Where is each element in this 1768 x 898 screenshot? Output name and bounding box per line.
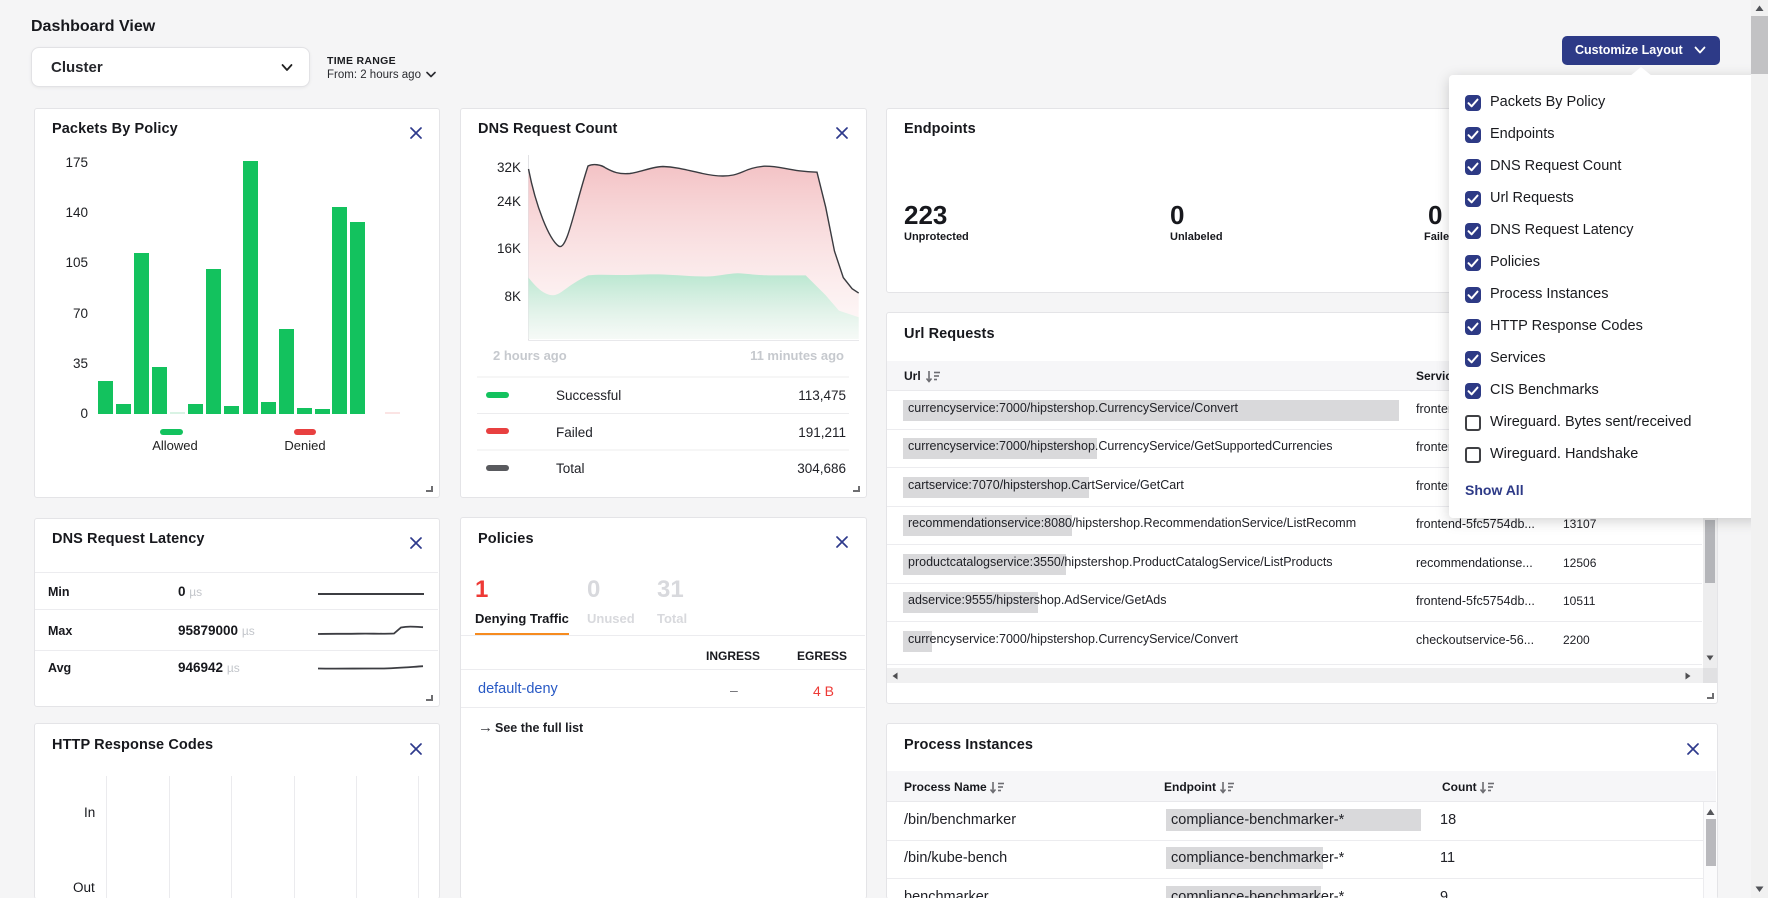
svg-text:Denied: Denied xyxy=(284,438,325,453)
svg-text:11 minutes ago: 11 minutes ago xyxy=(750,348,844,363)
svg-text:113,475: 113,475 xyxy=(798,388,846,403)
svg-text:70: 70 xyxy=(73,306,88,321)
svg-text:Allowed: Allowed xyxy=(152,438,198,453)
svg-text:2 hours ago: 2 hours ago xyxy=(493,348,567,363)
svg-text:0: 0 xyxy=(80,406,88,421)
svg-text:140: 140 xyxy=(65,205,88,220)
svg-text:16K: 16K xyxy=(497,241,521,256)
svg-text:35: 35 xyxy=(73,356,88,371)
svg-text:Total: Total xyxy=(556,461,585,476)
svg-text:Successful: Successful xyxy=(556,388,621,403)
svg-text:175: 175 xyxy=(65,155,88,170)
svg-text:Failed: Failed xyxy=(556,425,593,440)
svg-text:191,211: 191,211 xyxy=(798,425,846,440)
svg-text:105: 105 xyxy=(65,255,88,270)
svg-text:304,686: 304,686 xyxy=(797,461,846,476)
svg-text:32K: 32K xyxy=(497,160,521,175)
svg-text:24K: 24K xyxy=(497,194,521,209)
svg-text:8K: 8K xyxy=(504,289,521,304)
